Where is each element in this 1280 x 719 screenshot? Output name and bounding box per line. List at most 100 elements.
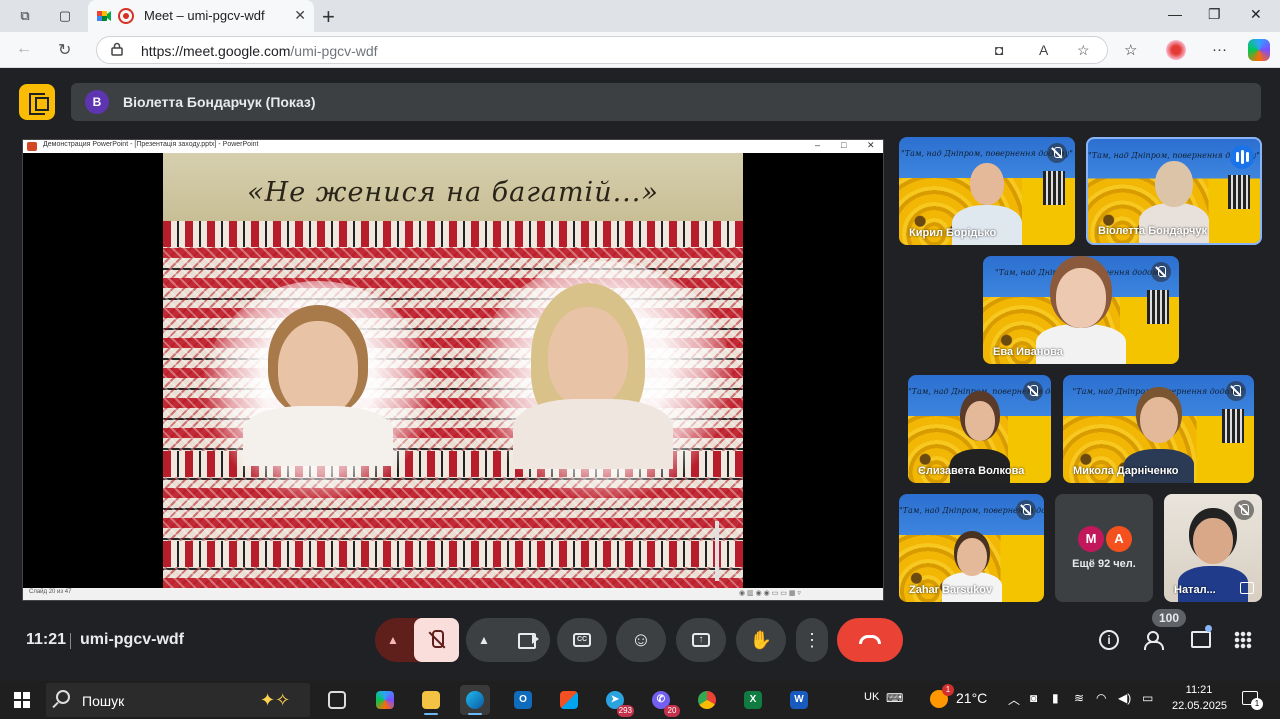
camera-options-chevron-icon[interactable]: ▲ [478, 618, 490, 662]
favorites-icon[interactable]: ☆ [1124, 41, 1137, 59]
participant-tile[interactable]: "Там, над Дніпром, повернення додому" Ки… [899, 137, 1075, 245]
system-time[interactable]: 11:21 [1172, 684, 1226, 696]
person-face [956, 538, 987, 576]
person-body [1036, 324, 1126, 364]
captions-button[interactable]: CC [557, 618, 607, 662]
temperature[interactable]: 21°C [956, 690, 987, 706]
close-tab-icon[interactable]: ✕ [294, 7, 306, 24]
new-tab-button[interactable]: + [322, 4, 335, 30]
tab-title: Meet – umi-pgcv-wdf [144, 8, 265, 23]
meeting-info-icon[interactable]: i [1099, 630, 1119, 650]
embroidery-band [163, 541, 743, 567]
windows-taskbar: Пошук ✦✧ O ➤ 293 ✆ 20 X W UK ⌨ 1 21°C ︿ ◙ … [0, 681, 1280, 719]
mic-options-chevron-icon[interactable]: ▲ [387, 618, 399, 662]
windows-start-icon[interactable] [14, 692, 30, 708]
edge-icon[interactable] [460, 685, 490, 715]
picture-in-picture-icon[interactable] [1240, 582, 1254, 594]
participant-avatar: М [1078, 526, 1104, 552]
system-date[interactable]: 22.05.2025 [1172, 700, 1227, 712]
favorite-star-icon[interactable]: ☆ [1077, 42, 1090, 59]
telegram-badge: 293 [616, 705, 634, 717]
ppt-titlebar: Демонстрация PowerPoint - [Презентація з… [23, 140, 883, 153]
word-icon[interactable]: W [784, 685, 814, 715]
chat-notification-dot [1205, 625, 1212, 632]
participant-tile[interactable]: "Там, над Дніпром, повернення додому" Єл… [908, 375, 1051, 483]
close-window-button[interactable]: ✕ [1250, 6, 1262, 23]
captions-icon: CC [573, 632, 591, 647]
read-aloud-icon[interactable]: A [1039, 42, 1048, 58]
input-indicator-icon[interactable]: ▭ [1142, 691, 1153, 705]
leave-call-button[interactable] [837, 618, 903, 662]
people-icon[interactable] [1144, 631, 1166, 650]
weather-icon[interactable]: 1 [930, 684, 954, 708]
present-button[interactable]: ↑ [676, 618, 726, 662]
address-bar[interactable]: https://meet.google.com/umi-pgcv-wdf ◘ A… [96, 36, 1108, 64]
browser-toolbar: ← ↻ https://meet.google.com/umi-pgcv-wdf… [0, 32, 1280, 68]
chat-icon[interactable] [1191, 631, 1211, 648]
copilot-app-icon[interactable] [370, 685, 400, 715]
present-screen-icon: ↑ [692, 632, 710, 647]
participant-tile[interactable]: "Там, над Дніпром, повернення додому" Ми… [1063, 375, 1254, 483]
participant-tile[interactable]: "Там, над Дніпром, повернення додому" Za… [899, 494, 1044, 602]
battery-icon[interactable]: ▮ [1052, 691, 1059, 705]
telegram-icon[interactable]: ➤ 293 [600, 685, 634, 717]
participant-name: Кирил Борідько [909, 227, 997, 239]
volume-tray-icon[interactable]: ◀) [1118, 691, 1131, 705]
viber-icon[interactable]: ✆ 20 [646, 685, 680, 717]
camera-control[interactable]: ▲ [466, 618, 550, 662]
participant-avatar: А [1106, 526, 1132, 552]
restore-button[interactable]: ❐ [1208, 6, 1221, 23]
reload-button[interactable]: ↻ [58, 40, 71, 60]
browser-tab-bar: ⧉ ▢ Meet – umi-pgcv-wdf ✕ + — ❐ ✕ [0, 0, 1280, 32]
store-icon[interactable] [554, 685, 584, 715]
activities-icon[interactable] [1234, 631, 1252, 649]
participant-tile-speaking[interactable]: "Там, над Дніпром, повернення додому" Ві… [1086, 137, 1262, 245]
camera-in-use-icon[interactable]: ◘ [995, 42, 1003, 58]
participant-tile[interactable]: Натал... [1164, 494, 1262, 602]
task-view-icon[interactable] [322, 685, 352, 715]
notification-center-icon[interactable]: 1 [1242, 691, 1263, 710]
microphone-control[interactable]: ▲ [375, 618, 459, 662]
tab-actions-icon[interactable]: ▢ [56, 7, 74, 25]
ppt-restore-icon: □ [841, 140, 847, 150]
profile-avatar[interactable] [1166, 40, 1186, 60]
reactions-button[interactable]: ☺ [616, 618, 666, 662]
camera-tray-icon[interactable]: ◙ [1030, 691, 1037, 705]
wifi-icon[interactable]: ◠ [1096, 691, 1106, 705]
browser-tab-meet[interactable]: Meet – umi-pgcv-wdf ✕ [88, 0, 314, 32]
chrome-icon[interactable] [692, 685, 722, 715]
presenter-label: Віолетта Бондарчук (Показ) [123, 94, 316, 110]
more-participants-tile[interactable]: М А Ещё 92 чел. [1055, 494, 1153, 602]
running-indicator [468, 713, 482, 715]
camera-button[interactable] [506, 618, 550, 662]
speaking-indicator-icon [1230, 145, 1254, 169]
keyboard-icon[interactable]: ⌨ [886, 691, 903, 705]
participant-tile[interactable]: "Там, над Дніпром, повернення додому" Ев… [983, 256, 1179, 364]
outlook-icon[interactable]: O [508, 685, 538, 715]
mic-off-icon [1016, 500, 1036, 520]
participant-name: Натал... [1174, 584, 1216, 596]
presenter-bar: B Віолетта Бондарчук (Показ) [71, 83, 1261, 121]
taskbar-search[interactable]: Пошук ✦✧ [46, 683, 310, 717]
language-indicator[interactable]: UK [864, 691, 879, 703]
more-options-button[interactable]: ⋮ [796, 618, 828, 662]
search-icon [56, 690, 70, 704]
volume-slider[interactable] [715, 521, 719, 581]
participant-name: Zahar Barsukov [909, 584, 993, 596]
person-face [970, 163, 1004, 205]
workspaces-icon[interactable]: ⧉ [16, 7, 34, 25]
minimize-button[interactable]: — [1168, 6, 1182, 22]
excel-icon[interactable]: X [738, 685, 768, 715]
more-menu-icon[interactable]: ··· [1212, 41, 1227, 58]
url-text: https://meet.google.com/umi-pgcv-wdf [141, 43, 378, 59]
tray-expand-icon[interactable]: ︿ [1008, 691, 1020, 708]
ppt-minimize-icon: – [815, 140, 821, 150]
slide-heading: «Не женися на багатій...» [247, 177, 659, 208]
back-button[interactable]: ← [16, 40, 32, 58]
file-explorer-icon[interactable] [416, 685, 446, 715]
raise-hand-button[interactable]: ✋ [736, 618, 786, 662]
mic-off-button[interactable] [414, 618, 459, 662]
hand-icon: ✋ [749, 630, 773, 650]
copilot-icon[interactable] [1248, 39, 1270, 61]
network-icon[interactable]: ≋ [1074, 691, 1084, 705]
